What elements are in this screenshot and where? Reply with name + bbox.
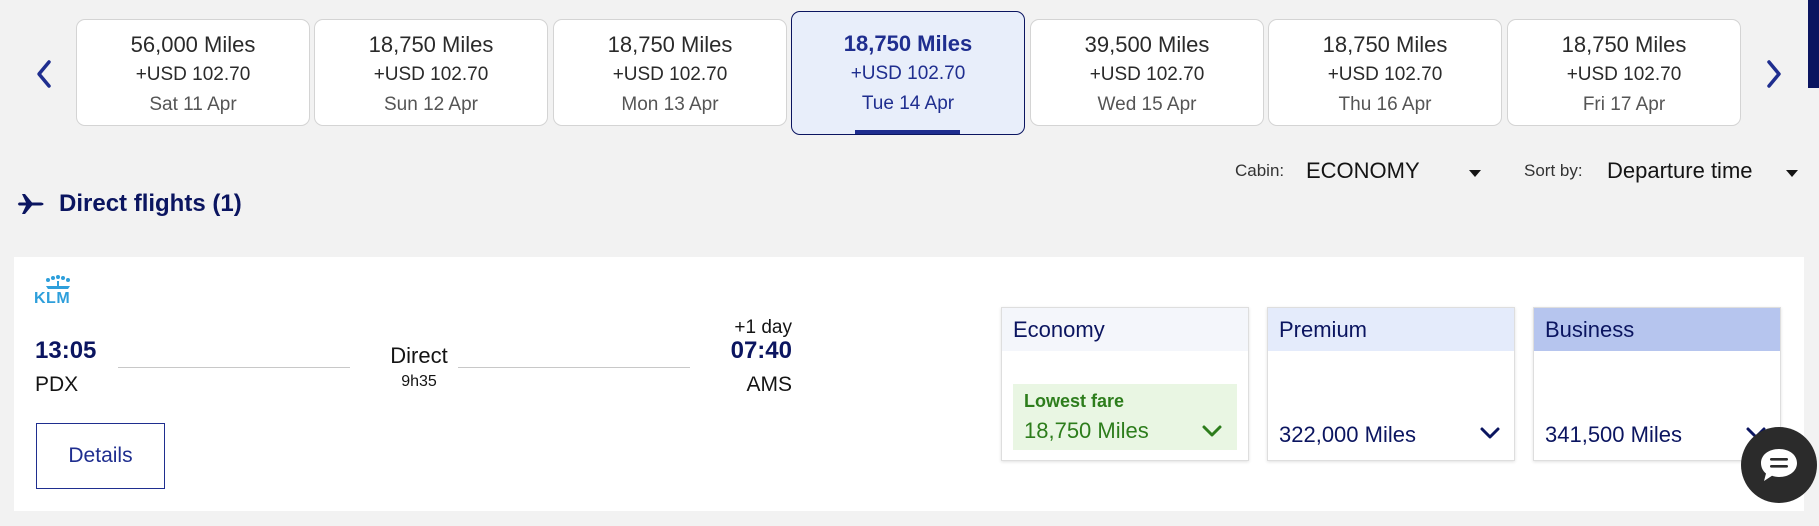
fare-business-title: Business <box>1534 308 1780 351</box>
sort-select[interactable]: Departure time <box>1607 158 1753 184</box>
next-dates-button[interactable] <box>1758 58 1790 90</box>
date-option-usd: +USD 102.70 <box>1089 64 1205 85</box>
arrival-day-offset: +1 day <box>734 317 792 338</box>
date-option-usd: +USD 102.70 <box>1327 64 1443 85</box>
date-option-date: Tue 14 Apr <box>861 93 955 114</box>
date-option-wed-15-apr[interactable]: 39,500 Miles +USD 102.70 Wed 15 Apr <box>1030 19 1264 126</box>
fare-premium-option[interactable]: Premium 322,000 Miles <box>1267 307 1515 461</box>
section-title: Direct flights (1) <box>59 190 242 217</box>
chat-button[interactable] <box>1741 427 1817 503</box>
date-option-date: Sat 11 Apr <box>149 94 237 115</box>
fare-premium-title: Premium <box>1268 308 1514 351</box>
date-option-usd: +USD 102.70 <box>850 63 966 84</box>
fare-economy-title: Economy <box>1002 308 1248 351</box>
date-option-tue-14-apr-selected[interactable]: 18,750 Miles +USD 102.70 Tue 14 Apr <box>791 11 1025 135</box>
chevron-left-icon <box>37 60 51 88</box>
date-option-miles: 18,750 Miles <box>1322 32 1448 57</box>
departure-airport: PDX <box>35 373 79 396</box>
date-option-date: Sun 12 Apr <box>383 94 479 115</box>
date-option-usd: +USD 102.70 <box>1566 64 1682 85</box>
date-option-miles: 18,750 Miles <box>368 32 494 57</box>
departure-time: 13:05 <box>35 337 97 364</box>
chevron-down-icon <box>1202 425 1222 437</box>
fare-economy-option[interactable]: Economy Lowest fare 18,750 Miles <box>1001 307 1249 461</box>
date-option-thu-16-apr[interactable]: 18,750 Miles +USD 102.70 Thu 16 Apr <box>1268 19 1502 126</box>
selected-date-indicator <box>855 130 960 134</box>
cabin-select[interactable]: ECONOMY <box>1306 158 1420 184</box>
lowest-fare-badge: Lowest fare <box>1024 391 1125 411</box>
fare-premium-miles: 322,000 Miles <box>1279 422 1416 447</box>
date-option-usd: +USD 102.70 <box>135 64 251 85</box>
flight-duration: 9h35 <box>401 373 437 390</box>
sort-label: Sort by: <box>1524 161 1583 180</box>
side-panel-edge <box>1808 0 1819 88</box>
date-option-miles: 18,750 Miles <box>843 31 973 56</box>
fare-business-option[interactable]: Business 341,500 Miles <box>1533 307 1781 461</box>
date-option-sat-11-apr[interactable]: 56,000 Miles +USD 102.70 Sat 11 Apr <box>76 19 310 126</box>
date-option-date: Thu 16 Apr <box>1338 94 1432 115</box>
fare-business-miles: 341,500 Miles <box>1545 422 1682 447</box>
date-option-usd: +USD 102.70 <box>373 64 489 85</box>
chevron-down-icon <box>1480 427 1500 439</box>
date-option-date: Wed 15 Apr <box>1097 94 1197 115</box>
date-option-usd: +USD 102.70 <box>612 64 728 85</box>
date-option-date: Mon 13 Apr <box>621 94 719 115</box>
date-option-miles: 39,500 Miles <box>1084 32 1210 57</box>
previous-dates-button[interactable] <box>28 58 60 90</box>
date-option-miles: 18,750 Miles <box>1561 32 1687 57</box>
route-line-left <box>118 367 350 368</box>
cabin-label: Cabin: <box>1235 161 1285 180</box>
sort-dropdown-caret-icon[interactable] <box>1786 170 1798 177</box>
route-line-right <box>458 367 690 368</box>
date-option-fri-17-apr[interactable]: 18,750 Miles +USD 102.70 Fri 17 Apr <box>1507 19 1741 126</box>
date-carousel: 56,000 Miles +USD 102.70 Sat 11 Apr 18,7… <box>0 0 1819 140</box>
date-option-date: Fri 17 Apr <box>1582 94 1666 115</box>
cabin-dropdown-caret-icon[interactable] <box>1469 170 1481 177</box>
lowest-fare-panel[interactable]: Lowest fare 18,750 Miles <box>1013 384 1237 450</box>
chat-bubble-icon <box>1761 449 1797 481</box>
date-option-sun-12-apr[interactable]: 18,750 Miles +USD 102.70 Sun 12 Apr <box>314 19 548 126</box>
arrival-time: 07:40 <box>730 337 792 364</box>
date-option-miles: 56,000 Miles <box>130 32 256 57</box>
details-button[interactable]: Details <box>36 423 165 489</box>
date-option-mon-13-apr[interactable]: 18,750 Miles +USD 102.70 Mon 13 Apr <box>553 19 787 126</box>
fare-economy-miles: 18,750 Miles <box>1024 418 1149 443</box>
flight-result-card: KLM 13:05 PDX Direct 9h35 +1 day 07:40 A… <box>14 257 1804 511</box>
airline-logo-text: KLM <box>34 290 71 307</box>
date-option-miles: 18,750 Miles <box>607 32 733 57</box>
chevron-right-icon <box>1767 60 1781 88</box>
arrival-airport: AMS <box>746 373 792 396</box>
stops-label: Direct <box>390 343 448 368</box>
airplane-icon <box>17 194 44 214</box>
direct-flights-heading: Direct flights (1) <box>17 190 242 218</box>
